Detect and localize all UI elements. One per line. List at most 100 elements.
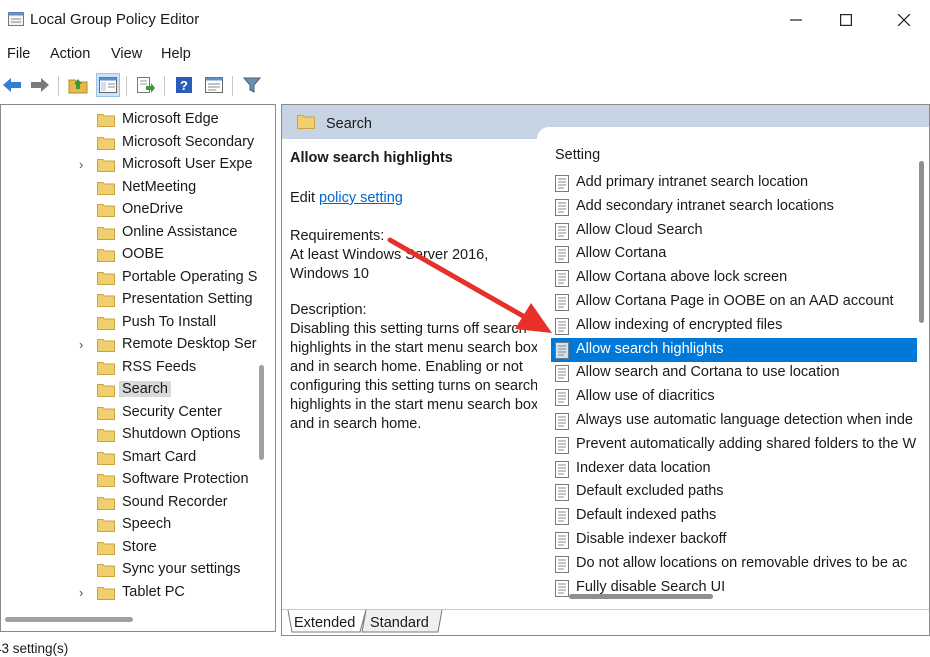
menu-help[interactable]: Help — [161, 46, 191, 62]
chevron-right-icon[interactable]: › — [79, 157, 83, 172]
setting-row[interactable]: Allow search and Cortana to use location — [551, 361, 917, 385]
setting-label: Allow Cortana Page in OOBE on an AAD acc… — [576, 293, 894, 309]
policy-setting-icon — [555, 294, 569, 311]
chevron-right-icon[interactable]: › — [79, 585, 83, 600]
setting-row[interactable]: Allow Cloud Search — [551, 219, 917, 243]
setting-row[interactable]: Default indexed paths — [551, 504, 917, 528]
menu-action[interactable]: Action — [50, 46, 90, 62]
tree-item-remote-desktop-services[interactable]: › Remote Desktop Ser — [1, 334, 275, 356]
tree-item-label: Store — [122, 538, 157, 555]
tree-item-online-assistance[interactable]: Online Assistance — [1, 222, 275, 244]
setting-row[interactable]: Allow use of diacritics — [551, 385, 917, 409]
settings-horizontal-scrollbar[interactable] — [569, 594, 713, 599]
settings-vertical-scrollbar[interactable] — [919, 161, 924, 323]
tree-item-label: OneDrive — [122, 201, 184, 217]
tree-item-presentation-settings[interactable]: Presentation Setting — [1, 289, 275, 311]
requirements-text: At least Windows Server 2016, Windows 10 — [290, 247, 489, 282]
tree-item-onedrive[interactable]: OneDrive — [1, 199, 275, 221]
back-button[interactable] — [0, 73, 24, 97]
tree-item-store[interactable]: Store — [1, 537, 275, 559]
policy-setting-link[interactable]: policy setting — [319, 190, 403, 206]
folder-icon — [97, 271, 115, 285]
forward-button[interactable] — [28, 73, 52, 97]
tree-item-oobe[interactable]: OOBE — [1, 244, 275, 266]
setting-label: Prevent automatically adding shared fold… — [576, 435, 917, 452]
policy-setting-icon — [555, 246, 569, 264]
setting-row[interactable]: Allow Cortana above lock screen — [551, 266, 917, 290]
setting-row[interactable]: Always use automatic language detection … — [551, 409, 917, 433]
tree-item-smart-card[interactable]: Smart Card — [1, 447, 275, 469]
tree-item-portable-operating-system[interactable]: Portable Operating S — [1, 267, 275, 289]
tree-item-security-center[interactable]: Security Center — [1, 402, 275, 424]
export-icon — [137, 77, 155, 93]
folder-icon — [97, 114, 115, 127]
policy-setting-icon — [555, 460, 569, 478]
navigation-tree[interactable]: Microsoft Edge Microsoft Secondary › Mic… — [0, 104, 276, 632]
help-button[interactable]: ? — [172, 73, 196, 97]
tab-extended[interactable]: Extended — [294, 615, 355, 631]
close-button[interactable] — [884, 6, 924, 34]
tree-item-microsoft-edge[interactable]: Microsoft Edge — [1, 109, 275, 131]
menu-view[interactable]: View — [111, 46, 142, 62]
setting-row[interactable]: Disable indexer backoff — [551, 528, 917, 552]
show-hide-tree-button[interactable] — [96, 73, 120, 97]
tree-item-label: Sync your settings — [122, 561, 241, 577]
tree-item-microsoft-secondary[interactable]: Microsoft Secondary — [1, 132, 275, 154]
folder-icon — [97, 226, 115, 240]
svg-text:?: ? — [180, 78, 188, 93]
setting-row[interactable]: Allow Cortana Page in OOBE on an AAD acc… — [551, 290, 917, 314]
policy-setting-icon — [555, 365, 569, 383]
tab-standard[interactable]: Standard — [370, 615, 429, 631]
setting-row[interactable]: Allow indexing of encrypted files — [551, 314, 917, 338]
tree-item-push-to-install[interactable]: Push To Install — [1, 312, 275, 334]
tree-item-label: Presentation Setting — [122, 291, 253, 307]
window-title: Local Group Policy Editor — [30, 11, 200, 28]
tree-item-speech[interactable]: Speech — [1, 514, 275, 536]
filter-button[interactable] — [240, 73, 264, 97]
tree-item-search[interactable]: Search — [1, 379, 275, 401]
menu-file[interactable]: File — [7, 46, 30, 62]
minimize-icon — [790, 19, 802, 21]
folder-icon — [97, 564, 115, 577]
setting-row[interactable]: Allow search highlights — [551, 337, 917, 362]
minimize-button[interactable] — [776, 6, 816, 34]
tree-item-label: Portable Operating S — [122, 268, 258, 285]
maximize-button[interactable] — [826, 6, 866, 34]
policy-setting-icon — [555, 436, 569, 454]
tree-item-microsoft-user-experience[interactable]: › Microsoft User Expe — [1, 154, 275, 176]
tree-item-label: Sound Recorder — [122, 493, 228, 510]
properties-button[interactable] — [202, 73, 226, 97]
show-tree-icon — [99, 77, 117, 93]
tree-item-software-protection[interactable]: Software Protection — [1, 469, 275, 491]
tree-item-sync-your-settings[interactable]: Sync your settings — [1, 559, 275, 581]
folder-icon — [97, 204, 115, 217]
tree-item-netmeeting[interactable]: NetMeeting — [1, 177, 275, 199]
folder-icon — [97, 316, 115, 330]
setting-label: Default excluded paths — [576, 483, 724, 500]
policy-setting-icon — [555, 484, 569, 502]
setting-label: Allow search and Cortana to use location — [576, 364, 840, 381]
setting-row[interactable]: Do not allow locations on removable driv… — [551, 552, 917, 576]
policy-setting-icon — [555, 579, 569, 597]
up-folder-button[interactable] — [66, 73, 90, 97]
export-list-button[interactable] — [134, 73, 158, 97]
setting-row[interactable]: Add primary intranet search location — [551, 171, 917, 195]
setting-row[interactable]: Default excluded paths — [551, 480, 917, 504]
tree-horizontal-scrollbar[interactable] — [5, 617, 133, 622]
tree-item-tablet-pc[interactable]: › Tablet PC — [1, 582, 275, 604]
column-header-setting[interactable]: Setting — [555, 147, 600, 163]
settings-list[interactable]: Setting Add primary intranet search loca… — [537, 127, 929, 617]
tree-item-rss-feeds[interactable]: RSS Feeds — [1, 357, 275, 379]
policy-setting-icon — [555, 317, 569, 335]
details-pane: Search Allow search highlights Edit poli… — [281, 104, 930, 636]
tree-item-label: Push To Install — [122, 313, 217, 330]
setting-row[interactable]: Prevent automatically adding shared fold… — [551, 433, 917, 457]
tree-vertical-scrollbar[interactable] — [259, 365, 264, 460]
toolbar-separator — [126, 76, 127, 96]
setting-row[interactable]: Allow Cortana — [551, 242, 917, 266]
setting-row[interactable]: Add secondary intranet search locations — [551, 195, 917, 219]
setting-row[interactable]: Indexer data location — [551, 457, 917, 481]
chevron-right-icon[interactable]: › — [79, 337, 83, 352]
tree-item-shutdown-options[interactable]: Shutdown Options — [1, 424, 275, 446]
tree-item-sound-recorder[interactable]: Sound Recorder — [1, 492, 275, 514]
